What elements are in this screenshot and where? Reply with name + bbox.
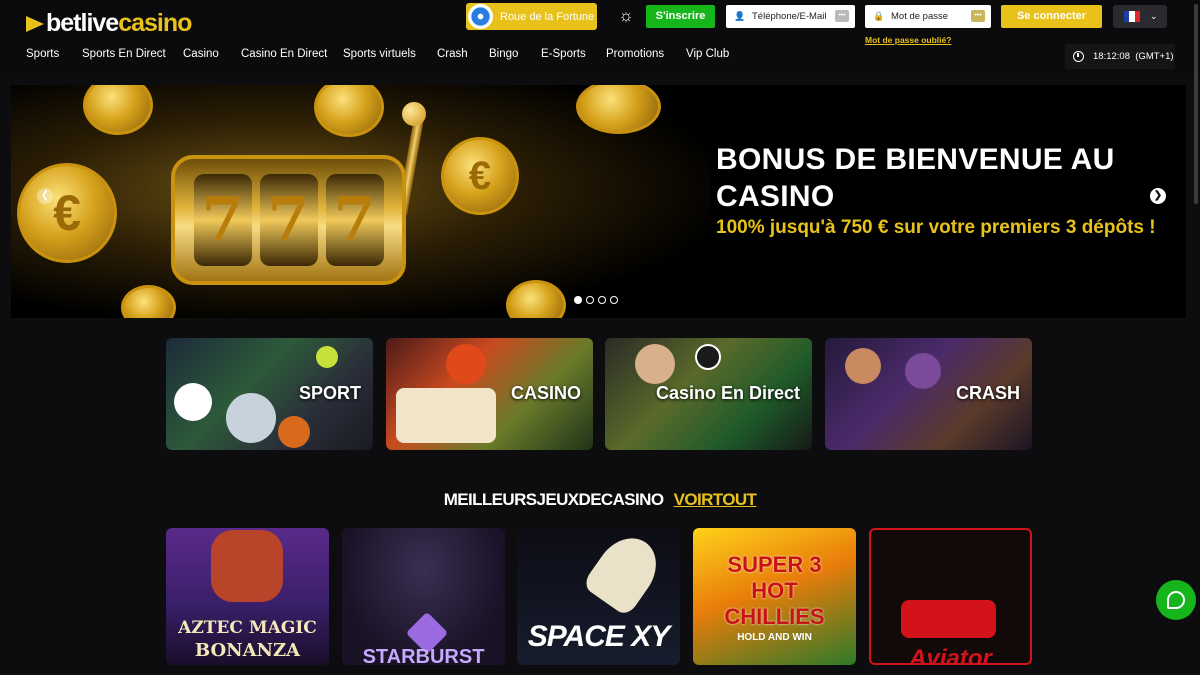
slot-reel: 7 <box>259 174 318 266</box>
euro-coin-icon: € <box>441 137 519 215</box>
character-avatar <box>905 353 941 389</box>
rocket-icon <box>581 528 669 618</box>
dealer-avatar <box>635 344 675 384</box>
game-card-space-xy[interactable]: SPACE XY <box>517 528 680 665</box>
top-games-title: MEILLEURSJEUXDECASINO <box>443 490 664 509</box>
clock: 18:12:08 (GMT+1) <box>1065 44 1175 69</box>
signup-button[interactable]: S'inscrire <box>646 5 715 28</box>
category-tile-live-casino[interactable]: Casino En Direct <box>605 338 812 450</box>
phone-email-placeholder: Téléphone/E-Mail <box>752 11 827 22</box>
slot-reel: 7 <box>193 174 252 266</box>
nav-item-casino[interactable]: Casino <box>183 48 219 60</box>
basketball-icon <box>278 416 310 448</box>
category-label: CASINO <box>510 383 581 403</box>
autofill-key-icon[interactable]: ••• <box>971 10 985 22</box>
game-title: SPACE XY <box>527 620 671 653</box>
game-card-super-3-hot-chillies[interactable]: SUPER 3 HOT CHILLIES HOLD AND WIN <box>693 528 856 665</box>
chat-bubble-icon <box>1167 591 1185 609</box>
game-card-aztec-magic-bonanza[interactable]: AZTEC MAGIC BONANZA <box>166 528 329 665</box>
carousel-next-arrow-icon[interactable]: ❯ <box>1150 188 1166 204</box>
top-header: betlive casino Roue de la Fortune ☼ S'in… <box>0 0 1200 78</box>
game-title: AZTEC MAGIC <box>178 618 317 638</box>
clock-icon <box>1073 51 1084 62</box>
game-title: Aviator <box>909 645 992 665</box>
poker-chip-icon <box>695 344 721 370</box>
france-flag-icon <box>1124 11 1140 22</box>
game-card-aviator[interactable]: Aviator <box>869 528 1032 665</box>
coin-icon <box>314 85 384 137</box>
category-label: SPORT <box>298 383 361 403</box>
category-label: Casino En Direct <box>655 383 800 403</box>
nav-item-live-casino[interactable]: Casino En Direct <box>241 48 327 60</box>
user-icon: 👤 <box>734 11 746 21</box>
theme-toggle-sun-icon[interactable]: ☼ <box>617 7 635 25</box>
tennis-ball-icon <box>316 346 338 368</box>
category-tile-crash[interactable]: CRASH <box>825 338 1032 450</box>
euro-coin-icon: € <box>17 163 117 263</box>
slot-machine: 7 7 7 <box>171 155 406 285</box>
hero-title: BONUS DE BIENVENUE AU CASINO <box>716 143 1115 213</box>
game-subtitle: HOLD AND WIN <box>737 632 812 643</box>
carousel-dot[interactable] <box>598 296 606 304</box>
carousel-dots <box>574 296 618 304</box>
game-title: STARBURST <box>362 646 485 665</box>
coin-icon <box>83 85 153 135</box>
coin-icon <box>576 85 661 134</box>
page-scrollbar[interactable] <box>1194 4 1198 204</box>
chevron-down-icon: ⌄ <box>1150 11 1158 21</box>
character-avatar <box>845 348 881 384</box>
see-all-link[interactable]: VOIRTOUT <box>674 490 757 509</box>
logo-play-icon <box>26 15 44 32</box>
nav-item-virtual-sports[interactable]: Sports virtuels <box>343 48 416 60</box>
top-games-heading: MEILLEURSJEUXDECASINO VOIRTOUT <box>0 490 1200 510</box>
carousel-dot[interactable] <box>610 296 618 304</box>
nav-item-bingo[interactable]: Bingo <box>489 48 518 60</box>
soccer-ball-icon <box>174 383 212 421</box>
slot-machine-illustration: € € 7 7 7 <box>11 85 711 318</box>
clock-time: 18:12:08 <box>1093 51 1130 62</box>
nav-item-live-sports[interactable]: Sports En Direct <box>82 48 166 60</box>
wheel-of-fortune-label: Roue de la Fortune <box>500 10 595 23</box>
login-button[interactable]: Se connecter <box>1001 5 1102 28</box>
password-field[interactable]: 🔒 Mot de passe ••• <box>865 5 991 28</box>
carousel-dot[interactable] <box>574 296 582 304</box>
phone-email-field[interactable]: 👤 Téléphone/E-Mail ••• <box>726 5 855 28</box>
logo-text-betlive: betlive <box>46 9 119 37</box>
carousel-dot[interactable] <box>586 296 594 304</box>
mascot-icon <box>446 344 486 384</box>
nav-item-vip-club[interactable]: Vip Club <box>686 48 729 60</box>
hero-banner[interactable]: € € 7 7 7 BONUS DE BIENVENUE AU CASINO 1… <box>11 85 1186 318</box>
game-card-starburst[interactable]: STARBURST <box>342 528 505 665</box>
aztec-warrior-icon <box>211 530 283 602</box>
clock-timezone: (GMT+1) <box>1135 51 1174 62</box>
category-label: CRASH <box>955 383 1020 403</box>
nav-item-sports[interactable]: Sports <box>26 48 59 60</box>
live-chat-button[interactable] <box>1156 580 1196 620</box>
slot-reel: 7 <box>325 174 384 266</box>
slot-lever-knob <box>402 102 426 126</box>
hero-subtitle: 100% jusqu'à 750 € sur votre premiers 3 … <box>716 217 1156 238</box>
logo-text-casino: casino <box>118 9 192 37</box>
category-tile-sport[interactable]: SPORT <box>166 338 373 450</box>
carousel-prev-arrow-icon[interactable]: ❮ <box>37 188 53 204</box>
game-title: SUPER 3 HOT CHILLIES <box>724 552 825 629</box>
coin-icon <box>506 280 566 318</box>
password-placeholder: Mot de passe <box>891 11 949 22</box>
wheel-of-fortune-button[interactable]: Roue de la Fortune <box>466 3 597 30</box>
category-tile-casino[interactable]: CASINO <box>386 338 593 450</box>
language-selector[interactable]: ⌄ <box>1113 5 1167 28</box>
lock-icon: 🔒 <box>873 11 885 21</box>
plane-icon <box>901 600 996 638</box>
coin-icon <box>121 285 176 318</box>
forgot-password-link[interactable]: Mot de passe oublié? <box>865 35 951 45</box>
nav-item-esports[interactable]: E-Sports <box>541 48 586 60</box>
volleyball-icon <box>226 393 276 443</box>
nav-item-promotions[interactable]: Promotions <box>606 48 664 60</box>
slot-reels-icon <box>396 388 496 443</box>
game-subtitle: BONANZA <box>194 640 301 661</box>
site-logo[interactable]: betlive casino <box>26 9 192 38</box>
autofill-key-icon[interactable]: ••• <box>835 10 849 22</box>
fortune-wheel-icon <box>468 4 493 29</box>
nav-item-crash[interactable]: Crash <box>437 48 468 60</box>
